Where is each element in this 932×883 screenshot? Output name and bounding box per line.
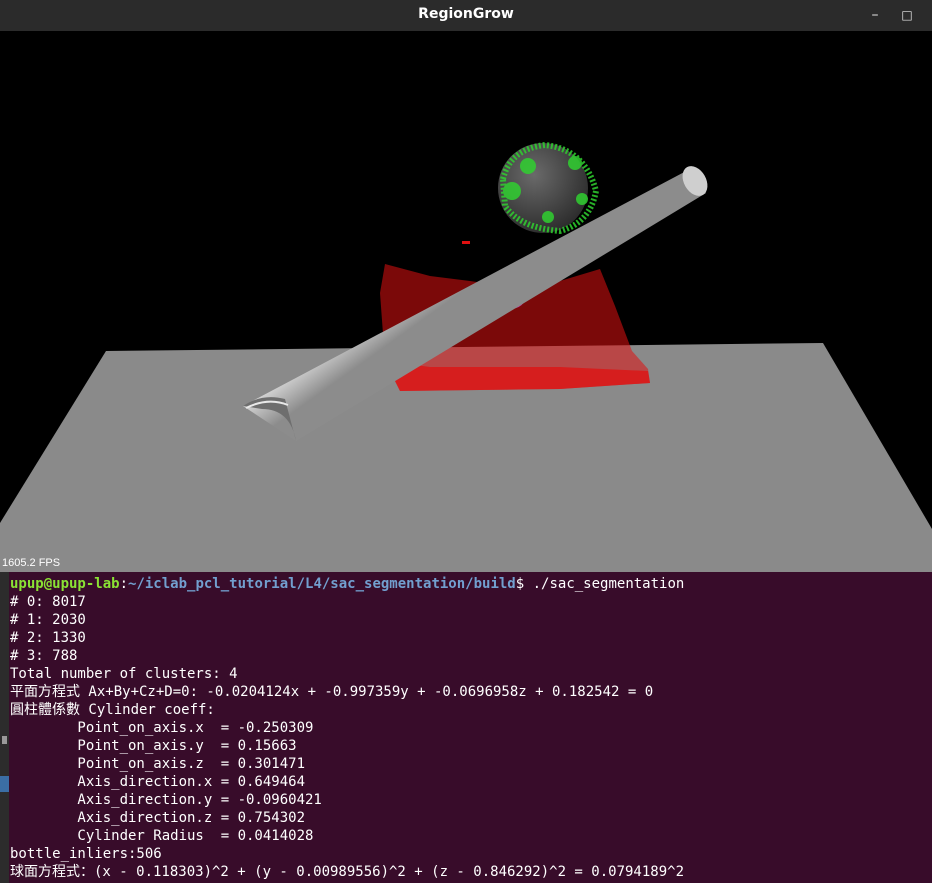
fps-counter: 1605.2 FPS [2,557,61,569]
terminal-panel[interactable]: upup@upup-lab:~/iclab_pcl_tutorial/L4/sa… [0,572,932,883]
terminal-line: # 1: 2030 [10,612,86,628]
terminal-line: 圓柱體係數 Cylinder coeff: [10,702,215,718]
terminal-line: Axis_direction.x = 0.649464 [10,774,306,790]
terminal-line: # 3: 788 [10,648,78,664]
scene-render [0,141,932,572]
terminal-line: Point_on_axis.x = -0.250309 [10,720,314,736]
terminal-line: Axis_direction.y = -0.0960421 [10,792,322,808]
terminal-prompt-line: upup@upup-lab:~/iclab_pcl_tutorial/L4/sa… [10,575,932,593]
prompt-path: ~/iclab_pcl_tutorial/L4/sac_segmentation… [128,576,516,592]
terminal-line: 平面方程式 Ax+By+Cz+D=0: -0.0204124x + -0.997… [10,684,654,700]
terminal-line: Cylinder Radius = 0.0414028 [10,828,314,844]
terminal-line: # 2: 1330 [10,630,86,646]
pcl-3d-viewport[interactable]: 1605.2 FPS [0,31,932,572]
terminal-line: Total number of clusters: 4 [10,666,238,682]
terminal-line: bottle_inliers:506 [10,846,162,862]
terminal-output: upup@upup-lab:~/iclab_pcl_tutorial/L4/sa… [10,575,932,881]
window-title: RegionGrow [418,6,514,22]
prompt-user: upup@upup-lab [10,576,120,592]
terminal-scroll-residue [10,572,610,574]
terminal-line: Point_on_axis.y = 0.15663 [10,738,297,754]
red-stray-points [462,241,470,244]
prompt-symbol: $ [515,576,533,592]
terminal-line: Point_on_axis.z = 0.301471 [10,756,306,772]
terminal-line: Axis_direction.z = 0.754302 [10,810,306,826]
terminal-line: # 0: 8017 [10,594,86,610]
terminal-line: 球面方程式：(x - 0.118303)^2 + (y - 0.00989556… [10,864,685,880]
minimize-button[interactable]: – [864,4,886,26]
window-titlebar[interactable]: RegionGrow – □ [0,0,932,31]
terminal-left-strip [0,572,9,883]
maximize-button[interactable]: □ [896,4,918,26]
prompt-command: ./sac_segmentation [532,576,685,592]
prompt-separator: : [119,576,129,592]
